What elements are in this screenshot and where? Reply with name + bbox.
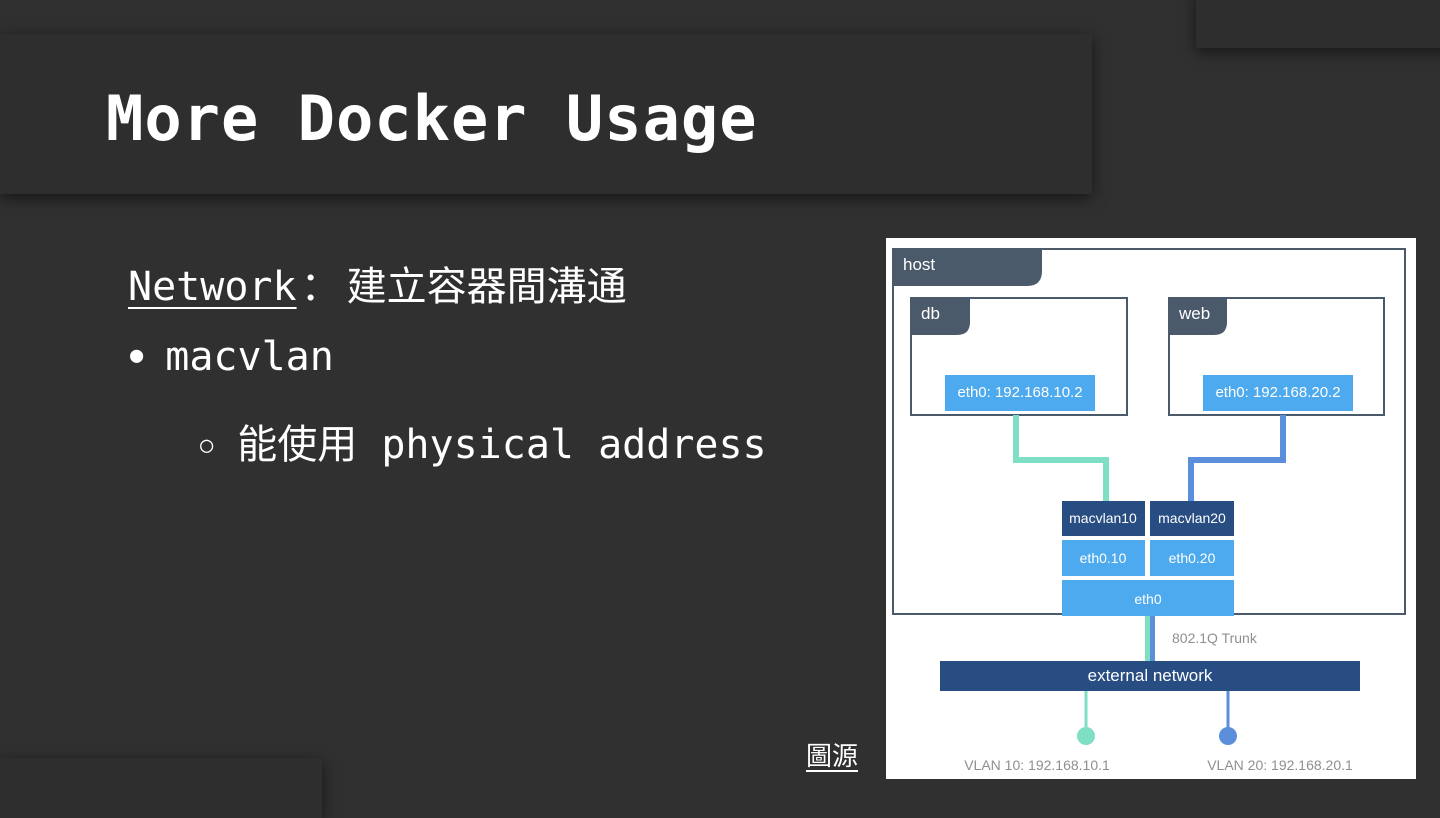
db-interface-label: eth0: 192.168.10.2 bbox=[957, 384, 1082, 401]
macvlan10-label: macvlan10 bbox=[1069, 510, 1137, 526]
network-description: 建立容器間溝通 bbox=[346, 264, 627, 310]
eth0-20-label: eth0.20 bbox=[1169, 550, 1216, 566]
vlan20-node bbox=[1219, 727, 1237, 745]
sub-bullet-marker: ○ bbox=[200, 432, 214, 458]
slide-title: More Docker Usage bbox=[106, 82, 758, 155]
macvlan20-label: macvlan20 bbox=[1158, 510, 1226, 526]
external-network-label: external network bbox=[1088, 666, 1213, 685]
source-link[interactable]: 圖源 bbox=[806, 736, 858, 773]
vlan20-label: VLAN 20: 192.168.20.1 bbox=[1207, 757, 1353, 773]
trunk-line-blue bbox=[1150, 616, 1155, 661]
vlan10-node bbox=[1077, 727, 1095, 745]
network-heading: Network：建立容器間溝通 bbox=[128, 254, 627, 312]
decorative-block bbox=[1196, 0, 1440, 48]
db-tab bbox=[911, 298, 970, 335]
sub-bullet-text: 能使用 physical address bbox=[237, 422, 767, 468]
web-label: web bbox=[1178, 304, 1210, 323]
network-separator: ： bbox=[300, 264, 341, 310]
diagram-svg: host db eth0: 192.168.10.2 web eth0: 192… bbox=[892, 248, 1406, 773]
bullet-item: ● macvlan bbox=[130, 334, 334, 380]
sub-bullet-item: ○ 能使用 physical address bbox=[200, 412, 767, 470]
decorative-block bbox=[0, 758, 322, 818]
eth0-10-label: eth0.10 bbox=[1080, 550, 1127, 566]
trunk-label: 802.1Q Trunk bbox=[1172, 630, 1258, 646]
host-label: host bbox=[903, 255, 935, 274]
macvlan-diagram: host db eth0: 192.168.10.2 web eth0: 192… bbox=[886, 238, 1416, 779]
bullet-marker: ● bbox=[130, 342, 144, 368]
web-interface-label: eth0: 192.168.20.2 bbox=[1215, 384, 1340, 401]
bullet-text: macvlan bbox=[165, 334, 334, 380]
eth0-label: eth0 bbox=[1134, 591, 1161, 607]
trunk-line-green bbox=[1145, 616, 1150, 661]
db-label: db bbox=[921, 304, 940, 323]
vlan10-label: VLAN 10: 192.168.10.1 bbox=[964, 757, 1110, 773]
network-link[interactable]: Network bbox=[128, 264, 297, 310]
